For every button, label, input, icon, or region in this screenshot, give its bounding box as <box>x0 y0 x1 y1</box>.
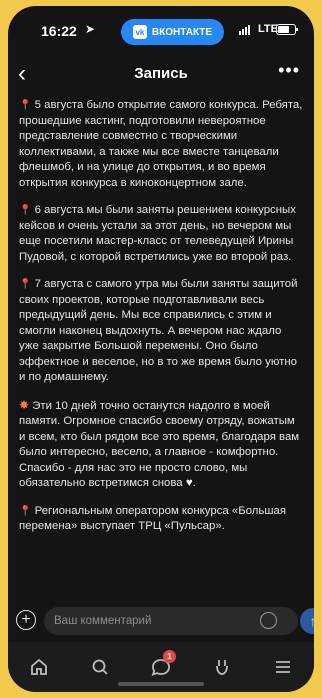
menu-icon <box>276 661 291 673</box>
white-heart-icon: ♥ <box>185 477 193 489</box>
post-paragraph: 📍 Региональным оператором конкурса «Боль… <box>19 504 304 535</box>
home-icon <box>30 658 47 675</box>
location-arrow-icon: ➤ <box>85 22 96 36</box>
home-indicator <box>118 682 204 686</box>
tab-home[interactable] <box>19 650 59 684</box>
signal-icon <box>239 25 250 35</box>
post-text-p3: 7 августа с самого утра мы были заняты з… <box>19 278 298 383</box>
comment-bar: + Ваш комментарий ↑ <box>8 604 314 642</box>
post-text-p5: Региональным оператором конкурса «Больша… <box>19 504 286 533</box>
tab-menu[interactable] <box>263 650 303 684</box>
pin-icon: 📍 <box>19 505 32 517</box>
search-icon <box>92 659 108 675</box>
more-options-icon[interactable]: ••• <box>278 60 300 81</box>
pin-icon: 📍 <box>19 205 32 216</box>
pin-icon: 📍 <box>19 279 32 290</box>
battery-icon <box>276 24 298 35</box>
post-paragraph: 📍 5 августа было открытие самого конкурс… <box>19 98 304 191</box>
network-type: LTE <box>258 23 278 35</box>
vk-logo-icon: vk <box>132 25 147 39</box>
post-text-p1: 5 августа было открытие самого конкурса.… <box>19 99 303 189</box>
vk-return-pill[interactable]: vk ВКОНТАКТЕ <box>121 19 224 45</box>
post-text-p2: 6 августа мы были заняты решением конкур… <box>19 204 296 263</box>
status-time: 16:22 <box>41 23 77 39</box>
post-text-p4b: Спасибо - для нас это не просто слово, м… <box>19 461 248 490</box>
nav-bar: ‹ Запись ••• <box>8 56 314 96</box>
phone-screen: 16:22 ➤ vk ВКОНТАКТЕ LTE ‹ Запись ••• 📍 … <box>8 6 314 692</box>
sparkle-icon: ✸ <box>19 397 30 412</box>
clips-icon <box>216 660 229 675</box>
pin-icon: 📍 <box>19 100 32 111</box>
add-attachment-icon[interactable]: + <box>16 610 36 630</box>
sticker-icon[interactable] <box>260 612 277 629</box>
messages-badge: 1 <box>162 650 176 663</box>
post-text-p4a: Эти 10 дней точно останутся надолго в мо… <box>19 399 300 459</box>
tab-clips[interactable] <box>202 650 242 684</box>
post-text: 📍 5 августа было открытие самого конкурс… <box>8 98 314 603</box>
vk-app-label: ВКОНТАКТЕ <box>151 26 213 38</box>
tab-messages[interactable]: 1 <box>141 650 181 684</box>
post-paragraph: 📍 6 августа мы были заняты решением конк… <box>19 203 304 265</box>
page-title: Запись <box>134 65 188 82</box>
tab-search[interactable] <box>80 650 120 684</box>
post-paragraph: 📍 7 августа с самого утра мы были заняты… <box>19 277 304 386</box>
post-paragraph: ✸ Эти 10 дней точно останутся надолго в … <box>19 397 300 490</box>
status-bar: 16:22 ➤ vk ВКОНТАКТЕ LTE <box>8 6 314 56</box>
send-button[interactable]: ↑ <box>300 608 314 634</box>
